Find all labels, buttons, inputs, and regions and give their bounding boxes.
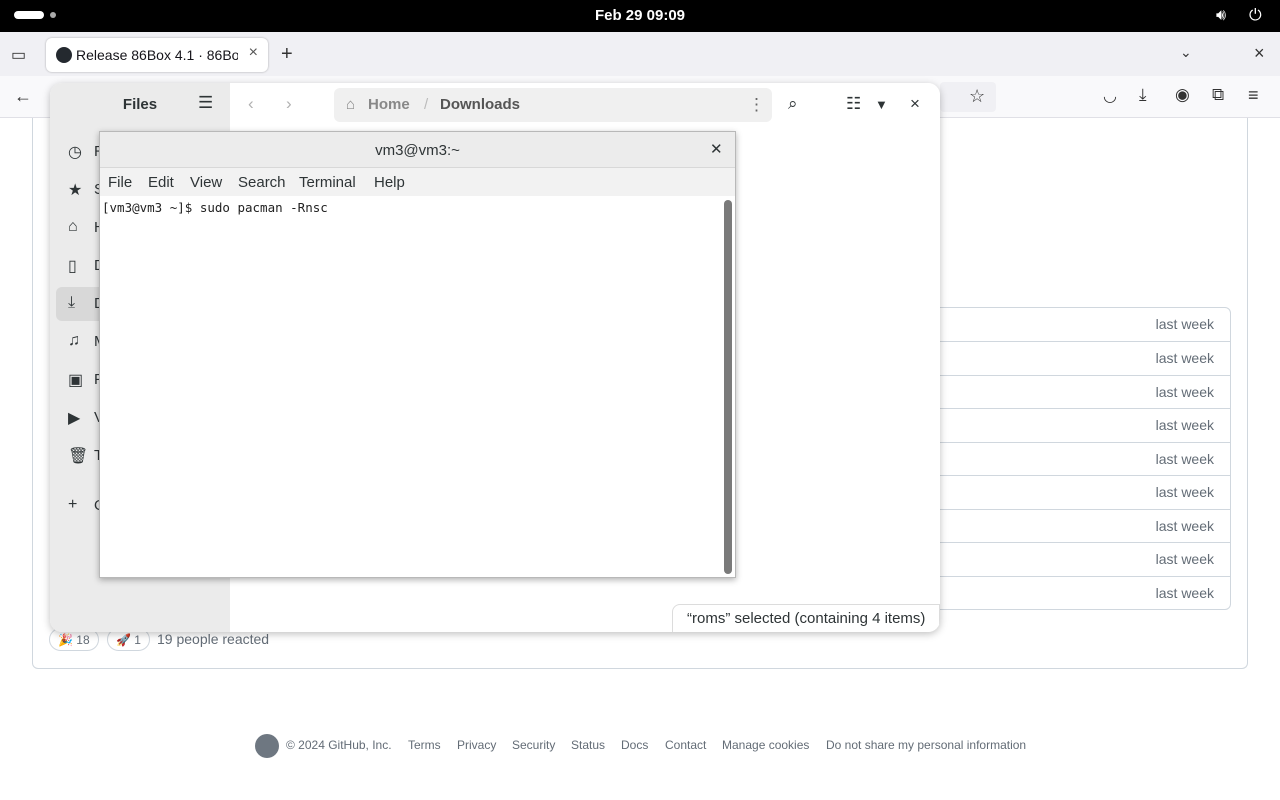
more-options-icon[interactable]: ⋮ bbox=[748, 95, 765, 115]
menu-view[interactable]: View bbox=[190, 174, 222, 191]
other-locations-icon: + bbox=[68, 496, 78, 513]
list-view-icon[interactable]: ☷ bbox=[846, 94, 861, 114]
files-headerbar: ‹ › ⌂ Home / Downloads ⋮ ⌕ ☷ ▼ × bbox=[230, 83, 940, 127]
browser-tab[interactable]: Release 86Box 4.1 · 86Box/86Box × bbox=[46, 38, 268, 72]
tab-close-icon[interactable]: × bbox=[249, 44, 258, 62]
starred-icon: ★ bbox=[68, 182, 83, 199]
account-icon[interactable]: ◉ bbox=[1175, 85, 1190, 105]
reaction-emoji: 🚀 bbox=[116, 633, 131, 647]
tab-list-icon[interactable]: ⌄ bbox=[1180, 44, 1192, 61]
menu-icon[interactable]: ≡ bbox=[1248, 85, 1259, 106]
menu-help[interactable]: Help bbox=[374, 174, 405, 191]
terminal-scrollbar[interactable] bbox=[724, 200, 732, 574]
asset-date: last week bbox=[1155, 484, 1214, 500]
menu-edit[interactable]: Edit bbox=[148, 174, 174, 191]
trash-icon: 🗑︎ bbox=[68, 448, 89, 465]
pictures-icon: ▣ bbox=[68, 372, 84, 389]
home-icon: ⌂ bbox=[68, 218, 78, 235]
tab-title: Release 86Box 4.1 · 86Box/86Box bbox=[76, 47, 238, 63]
back-icon[interactable]: ← bbox=[14, 86, 32, 107]
hamburger-menu-icon[interactable]: ☰ bbox=[198, 93, 213, 113]
volume-icon[interactable]: 🔊︎ bbox=[1216, 7, 1226, 25]
footer-link-do-not-share[interactable]: Do not share my personal information bbox=[826, 738, 1026, 752]
terminal-output[interactable]: [vm3@vm3 ~]$ sudo pacman -Rnsc bbox=[100, 196, 723, 577]
home-icon: ⌂ bbox=[346, 96, 356, 113]
github-logo-icon[interactable] bbox=[255, 734, 279, 758]
asset-date: last week bbox=[1155, 451, 1214, 467]
selection-status: “roms” selected (containing 4 items) bbox=[672, 604, 940, 632]
path-home[interactable]: Home bbox=[368, 96, 410, 113]
asset-date: last week bbox=[1155, 585, 1214, 601]
extensions-icon[interactable]: ⧉ bbox=[1212, 85, 1224, 105]
footer-link-security[interactable]: Security bbox=[512, 738, 555, 752]
terminal-window[interactable]: vm3@vm3:~ ✕ File Edit View Search Termin… bbox=[99, 131, 736, 578]
reaction-count: 1 bbox=[134, 633, 141, 647]
reaction-count: 18 bbox=[76, 633, 90, 647]
window-close-icon[interactable]: × bbox=[1254, 43, 1265, 64]
footer-link-status[interactable]: Status bbox=[571, 738, 605, 752]
terminal-titlebar[interactable]: vm3@vm3:~ ✕ bbox=[100, 132, 735, 168]
asset-date: last week bbox=[1155, 518, 1214, 534]
footer-copyright: © 2024 GitHub, Inc. bbox=[286, 738, 392, 752]
system-top-bar: Feb 29 09:09 🔊︎ ⏻ bbox=[0, 0, 1280, 32]
menu-terminal[interactable]: Terminal bbox=[299, 174, 356, 191]
pocket-icon[interactable]: ◡ bbox=[1103, 86, 1117, 106]
path-bar[interactable]: ⌂ Home / Downloads ⋮ bbox=[334, 88, 772, 122]
bookmark-star-icon[interactable]: ☆ bbox=[969, 86, 985, 107]
url-bar[interactable] bbox=[940, 82, 996, 112]
asset-date: last week bbox=[1155, 384, 1214, 400]
footer-link-manage-cookies[interactable]: Manage cookies bbox=[722, 738, 809, 752]
clock[interactable]: Feb 29 09:09 bbox=[0, 7, 1280, 24]
terminal-title: vm3@vm3:~ bbox=[375, 142, 460, 159]
forward-icon[interactable]: › bbox=[286, 94, 292, 114]
close-icon[interactable]: ✕ bbox=[710, 140, 723, 158]
path-separator: / bbox=[424, 96, 429, 113]
recent-icon: ◷ bbox=[68, 144, 82, 161]
new-tab-icon[interactable]: + bbox=[281, 43, 293, 66]
videos-icon: ▶ bbox=[68, 410, 81, 427]
power-icon[interactable]: ⏻ bbox=[1249, 7, 1262, 25]
footer-link-contact[interactable]: Contact bbox=[665, 738, 706, 752]
path-current[interactable]: Downloads bbox=[440, 96, 520, 113]
back-icon[interactable]: ‹ bbox=[248, 94, 254, 114]
menu-search[interactable]: Search bbox=[238, 174, 286, 191]
footer-link-privacy[interactable]: Privacy bbox=[457, 738, 496, 752]
downloads-icon: ⤓ bbox=[68, 294, 76, 311]
footer-link-docs[interactable]: Docs bbox=[621, 738, 648, 752]
github-favicon bbox=[56, 47, 72, 63]
asset-date: last week bbox=[1155, 316, 1214, 332]
documents-icon: ▯ bbox=[68, 258, 77, 275]
reaction-emoji: 🎉 bbox=[58, 633, 73, 647]
github-footer: © 2024 GitHub, Inc. Terms Privacy Securi… bbox=[255, 734, 1055, 758]
reacted-summary[interactable]: 19 people reacted bbox=[157, 631, 269, 647]
asset-date: last week bbox=[1155, 350, 1214, 366]
search-icon[interactable]: ⌕ bbox=[788, 94, 798, 114]
terminal-line: [vm3@vm3 ~]$ sudo pacman -Rnsc bbox=[102, 200, 328, 215]
menu-file[interactable]: File bbox=[108, 174, 132, 191]
close-icon[interactable]: × bbox=[910, 94, 920, 114]
footer-link-terms[interactable]: Terms bbox=[408, 738, 441, 752]
firefox-view-icon[interactable]: ▭ bbox=[11, 45, 26, 65]
downloads-icon[interactable]: ⤓ bbox=[1139, 85, 1147, 105]
asset-date: last week bbox=[1155, 417, 1214, 433]
asset-date: last week bbox=[1155, 551, 1214, 567]
terminal-menubar: File Edit View Search Terminal Help bbox=[100, 168, 735, 196]
music-icon: ♫ bbox=[68, 332, 80, 349]
view-options-chevron-icon[interactable]: ▼ bbox=[875, 97, 888, 112]
